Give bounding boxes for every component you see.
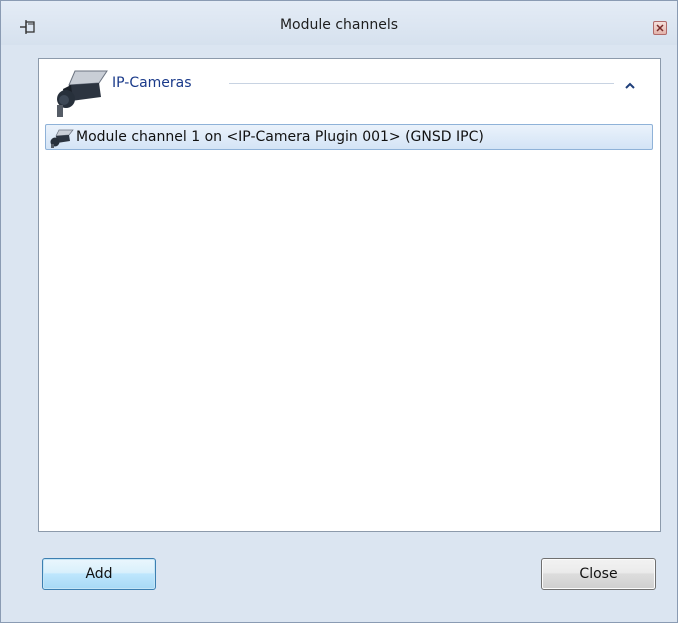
close-icon[interactable] — [653, 21, 667, 35]
ip-camera-icon — [48, 128, 74, 148]
group-title: IP-Cameras — [112, 75, 192, 91]
ip-camera-icon — [49, 67, 111, 119]
title-bar: Module channels — [1, 1, 677, 45]
close-button[interactable]: Close — [541, 558, 656, 590]
group-header-ip-cameras[interactable]: IP-Cameras — [39, 59, 660, 119]
channel-label: Module channel 1 on <IP-Camera Plugin 00… — [76, 129, 484, 145]
add-button[interactable]: Add — [42, 558, 156, 590]
chevron-up-icon[interactable] — [623, 77, 637, 89]
group-divider — [229, 83, 614, 84]
channel-list-panel: IP-Cameras Module channel 1 on <IP-Camer… — [38, 58, 661, 532]
list-item[interactable]: Module channel 1 on <IP-Camera Plugin 00… — [45, 124, 653, 150]
dialog-title: Module channels — [279, 17, 399, 33]
module-channels-dialog: Module channels IP-Cameras Module channe… — [0, 0, 678, 623]
